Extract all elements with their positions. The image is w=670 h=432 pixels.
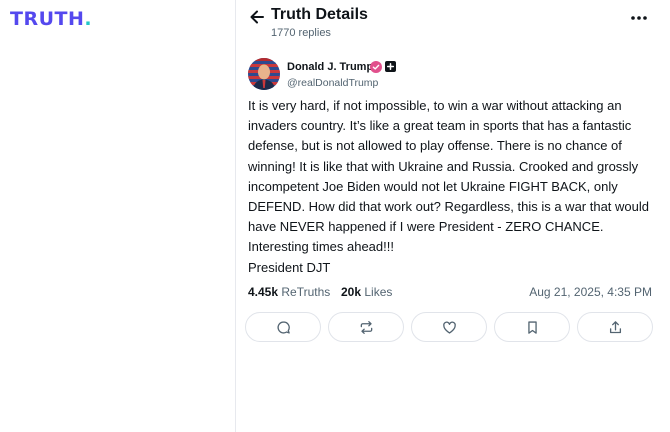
share-icon — [609, 320, 621, 333]
reply-button[interactable] — [245, 312, 321, 342]
avatar-image — [248, 58, 280, 90]
avatar[interactable] — [248, 58, 280, 90]
reply-count: 1770 replies — [271, 27, 331, 39]
like-button[interactable] — [411, 312, 487, 342]
page-header: Truth Details 1770 replies — [237, 0, 670, 48]
author-handle: @realDonaldTrump — [287, 77, 379, 89]
retruths-stat[interactable]: 4.45k ReTruths — [248, 285, 330, 299]
share-button[interactable] — [577, 312, 653, 342]
post-stats: 4.45k ReTruths 20k Likes Aug 21, 2025, 4… — [248, 285, 652, 303]
author-name[interactable]: Donald J. Trump — [287, 61, 373, 73]
heart-icon — [442, 320, 456, 334]
retruth-button[interactable] — [328, 312, 404, 342]
left-sidebar: TRUTH. — [0, 0, 236, 432]
retruths-label: ReTruths — [281, 285, 331, 299]
bookmark-button[interactable] — [494, 312, 570, 342]
bookmark-icon — [527, 320, 537, 334]
repost-icon — [360, 320, 372, 334]
likes-label: Likes — [364, 285, 393, 299]
truth-social-logo[interactable]: TRUTH. — [10, 8, 92, 30]
page-title: Truth Details — [271, 6, 368, 23]
likes-count: 20k — [341, 285, 362, 299]
more-options-button[interactable] — [628, 9, 650, 27]
arrow-left-icon — [250, 10, 264, 24]
retruths-count: 4.45k — [248, 285, 279, 299]
action-bar — [245, 312, 653, 342]
comment-icon — [276, 320, 290, 334]
likes-stat[interactable]: 20k Likes — [341, 285, 392, 299]
truth-details-panel: Truth Details 1770 replies Donald J. Tru… — [237, 0, 670, 432]
plus-badge-icon — [385, 61, 396, 72]
more-horizontal-icon — [631, 16, 647, 20]
verified-badge-icon — [370, 61, 382, 73]
post-timestamp: Aug 21, 2025, 4:35 PM — [529, 285, 652, 299]
post-text: It is very hard, if not impossible, to w… — [248, 98, 650, 275]
back-button[interactable] — [247, 7, 267, 27]
